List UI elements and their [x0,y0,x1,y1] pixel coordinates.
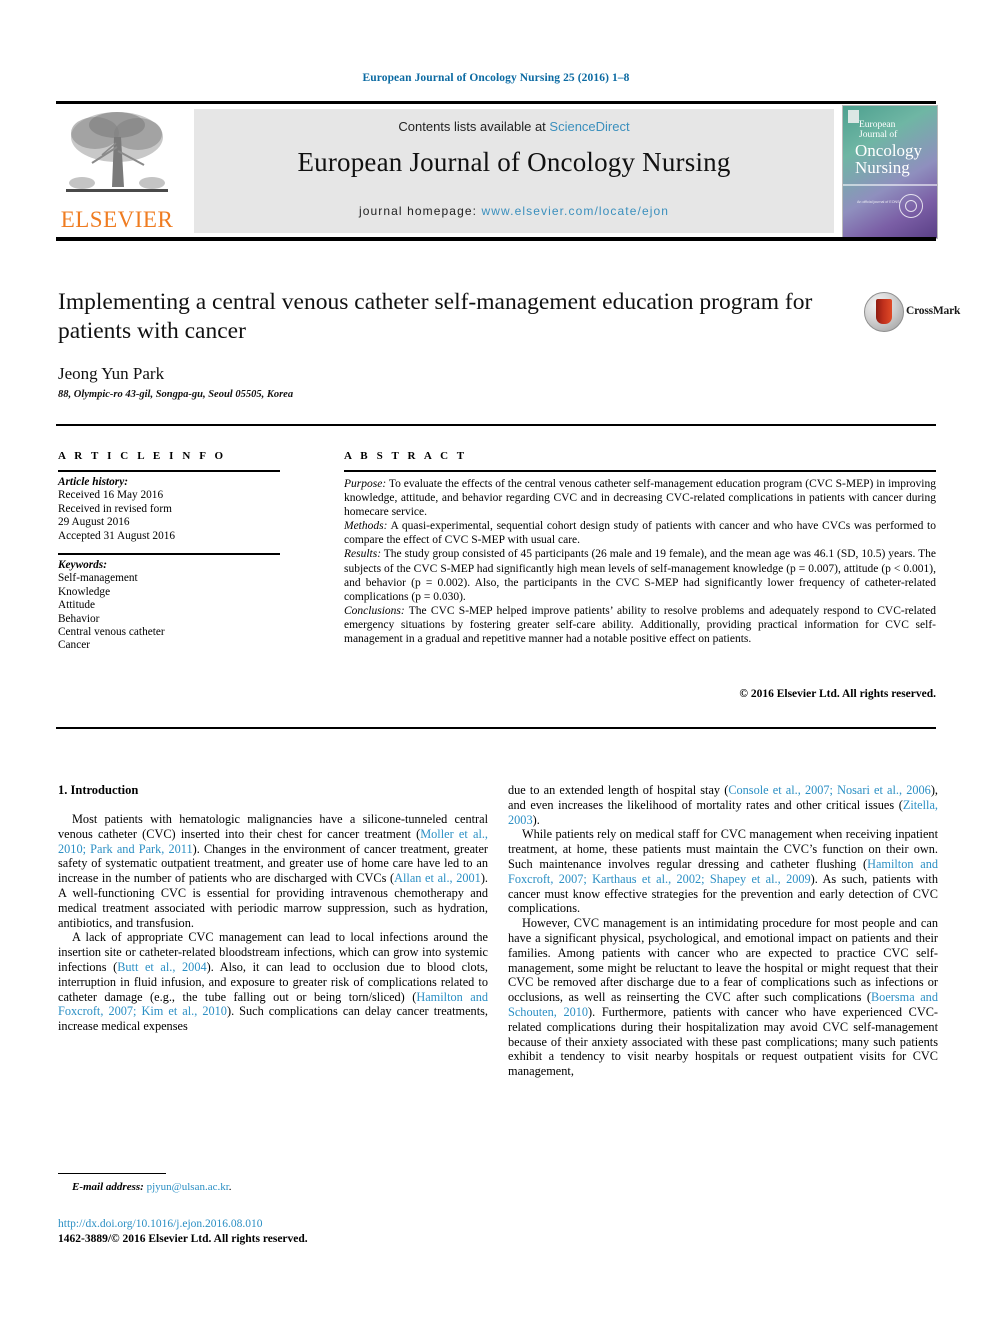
body-paragraph: While patients rely on medical staff for… [508,827,938,916]
homepage-link[interactable]: www.elsevier.com/locate/ejon [482,204,670,218]
abstract-results-label: Results: [344,548,382,561]
abstract-purpose-text: To evaluate the effects of the central v… [344,478,936,519]
crossmark-label: CrossMark [906,305,961,317]
article-history-item: Received in revised form [58,502,172,515]
cover-divider [843,184,937,186]
elsevier-wordmark: ELSEVIER [60,207,174,232]
journal-masthead: ELSEVIER Contents lists available at Sci… [56,103,938,239]
body-paragraph: Most patients with hematologic malignanc… [58,812,488,930]
keywords-label: Keywords: [58,559,107,571]
sciencedirect-link[interactable]: ScienceDirect [549,119,629,134]
citation-link[interactable]: Allan et al., 2001 [394,871,481,885]
body-paragraph: due to an extended length of hospital st… [508,783,938,827]
abstract-body: Purpose: To evaluate the effects of the … [344,477,936,646]
abstract-conclusions: Conclusions: The CVC S-MEP helped improv… [344,604,936,646]
body-paragraph: A lack of appropriate CVC management can… [58,930,488,1034]
journal-article-page: European Journal of Oncology Nursing 25 … [0,0,992,1323]
cover-seal-icon [899,194,923,218]
keyword-item: Self-management [58,572,138,585]
abstract-results: Results: The study group consisted of 45… [344,547,936,603]
contents-prefix: Contents lists available at [398,119,550,134]
body-column-right: due to an extended length of hospital st… [508,783,938,1163]
cover-line-1: European Journal of [859,120,897,140]
abstract-purpose: Purpose: To evaluate the effects of the … [344,477,936,519]
elsevier-tree-icon [62,107,172,205]
article-history-label: Article history: [58,476,128,488]
email-label: E-mail address: [72,1181,144,1193]
email-suffix: . [228,1181,232,1193]
abstract-results-text: The study group consisted of 45 particip… [344,548,936,603]
cover-elsevier-mark-icon [848,110,859,123]
cover-text-nursing: Nursing [855,158,910,177]
masthead-bottom-rule [56,237,936,241]
keyword-item: Knowledge [58,585,111,598]
footnote-rule [58,1173,166,1175]
cover-line-2: Oncology Nursing [855,142,922,176]
keywords-block: Keywords: Self-management Knowledge Atti… [58,559,288,653]
body-paragraph: However, CVC management is an intimidati… [508,916,938,1079]
email-link[interactable]: pjyun@ulsan.ac.kr [147,1181,229,1193]
abstract-heading: A B S T R A C T [344,450,468,462]
crossmark-badge[interactable]: CrossMark [864,292,960,332]
cover-text-european: European [859,120,896,130]
body-text: due to an extended length of hospital st… [508,783,729,797]
keyword-item: Behavior [58,612,100,625]
doi-link[interactable]: http://dx.doi.org/10.1016/j.ejon.2016.08… [58,1218,263,1230]
article-history-item: Received 16 May 2016 [58,489,164,502]
abstract-methods-label: Methods: [344,520,388,533]
abstract-conclusions-label: Conclusions: [344,604,405,617]
citation-link[interactable]: Butt et al., 2004 [117,960,206,974]
contents-lists-line: Contents lists available at ScienceDirec… [194,119,834,134]
cover-footnote: An official journal of EONS [857,200,900,204]
article-info-heading-rule [58,470,280,472]
citation-link[interactable]: Console et al., 2007; Nosari et al., 200… [728,783,931,797]
keyword-item: Central venous catheter [58,626,165,639]
abstract-heading-rule [344,470,936,472]
abstract-conclusions-text: The CVC S-MEP helped improve patients’ a… [344,604,936,646]
contents-band: Contents lists available at ScienceDirec… [194,109,834,233]
journal-title: European Journal of Oncology Nursing [297,147,731,177]
info-block-top-rule [56,424,936,426]
author-name: Jeong Yun Park [58,364,165,383]
issn-copyright-line: 1462-3889/© 2016 Elsevier Ltd. All right… [58,1233,308,1245]
page-title: Implementing a central venous catheter s… [58,289,813,344]
cover-text-journal-of: Journal of [859,130,898,140]
homepage-prefix: journal homepage: [358,204,482,218]
author-affiliation: 88, Olympic-ro 43-gil, Songpa-gu, Seoul … [58,389,294,400]
article-history-item: Accepted 31 August 2016 [58,529,176,542]
journal-homepage-line: journal homepage: www.elsevier.com/locat… [194,204,834,218]
abstract-methods-text: A quasi-experimental, sequential cohort … [344,520,936,547]
section-heading-introduction: 1. Introduction [58,783,139,797]
crossmark-book-icon [876,299,892,324]
crossmark-disc-icon [864,292,904,332]
elsevier-logo: ELSEVIER [56,105,178,237]
keyword-item: Cancer [58,639,90,652]
article-history-item: 29 August 2016 [58,516,130,529]
article-info-divider-rule [58,553,280,555]
running-head: European Journal of Oncology Nursing 25 … [362,72,630,84]
abstract-methods: Methods: A quasi-experimental, sequentia… [344,519,936,547]
info-block-bottom-rule [56,727,936,729]
body-column-left: Most patients with hematologic malignanc… [58,812,488,1162]
article-info-heading: A R T I C L E I N F O [58,450,227,462]
abstract-purpose-label: Purpose: [344,478,387,490]
journal-cover-image: European Journal of Oncology Nursing An of… [842,105,938,239]
keyword-item: Attitude [58,599,96,612]
abstract-copyright: © 2016 Elsevier Ltd. All rights reserved… [739,688,936,700]
body-text: ). [532,812,540,827]
corresponding-email-line: E-mail address: pjyun@ulsan.ac.kr. [72,1181,232,1193]
article-history-block: Article history: Received 16 May 2016 Re… [58,476,288,543]
